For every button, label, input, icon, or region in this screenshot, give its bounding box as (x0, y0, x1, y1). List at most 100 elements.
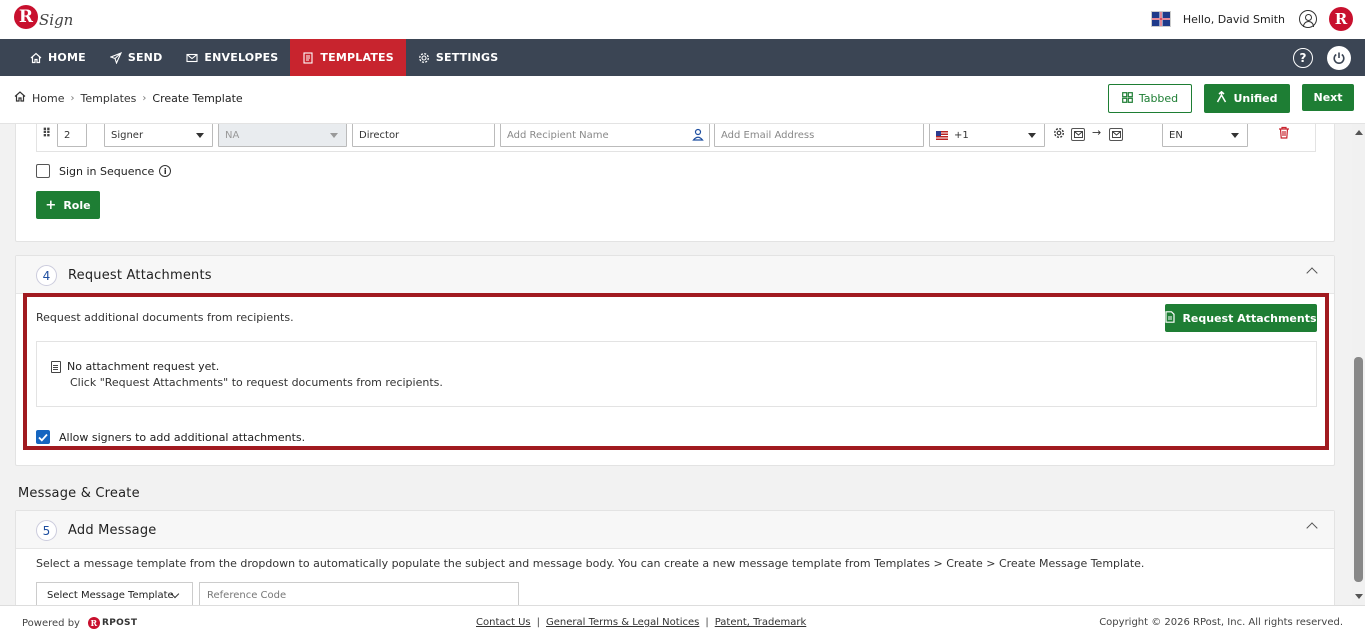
add-message-header[interactable]: 5 Add Message (16, 511, 1334, 549)
email-delivery-icon[interactable] (1071, 128, 1085, 141)
recipient-name-input[interactable]: Add Recipient Name (500, 124, 710, 147)
breadcrumb-home-icon[interactable] (14, 91, 26, 105)
email-notify-icon[interactable] (1109, 128, 1123, 141)
roles-card: ⠿ 2 Signer NA Director Add Recipient Nam… (15, 124, 1335, 242)
breadcrumb-home[interactable]: Home (32, 92, 64, 105)
step-number-badge: 4 (36, 265, 57, 286)
rpost-logo-text: RPOST (101, 618, 138, 628)
tabbed-label: Tabbed (1138, 92, 1179, 105)
brand-avatar[interactable]: R (1329, 7, 1353, 31)
recipient-order-input[interactable]: 2 (57, 124, 87, 147)
page-scrollbar[interactable] (1352, 124, 1365, 605)
next-button[interactable]: Next (1302, 84, 1354, 111)
logout-power-icon[interactable] (1327, 46, 1351, 70)
caret-down-icon (330, 133, 338, 138)
delegate-select: NA (218, 124, 347, 147)
template-icon (302, 51, 314, 64)
empty-state-hint: Click "Request Attachments" to request d… (70, 376, 443, 389)
person-icon[interactable] (692, 128, 704, 144)
nav-settings-label: SETTINGS (435, 51, 499, 64)
grid-icon (1121, 91, 1133, 106)
nav-settings[interactable]: SETTINGS (406, 39, 511, 76)
add-role-label: Role (63, 198, 91, 212)
role-name-input[interactable]: Director (352, 124, 495, 147)
contact-us-link[interactable]: Contact Us (476, 617, 531, 628)
nav-envelopes[interactable]: ENVELOPES (174, 39, 290, 76)
nav-send-label: SEND (127, 51, 163, 64)
allow-additional-attachments[interactable]: Allow signers to add additional attachme… (36, 430, 305, 444)
breadcrumb-separator: › (70, 92, 75, 104)
main-nav: HOME SEND ENVELOPES TEMPLATES SETTINGS ? (0, 39, 1365, 76)
unified-label: Unified (1233, 92, 1278, 105)
attachments-title: Request Attachments (68, 268, 212, 283)
delete-trash-icon[interactable] (1278, 126, 1290, 142)
reference-code-input[interactable]: Reference Code (199, 582, 519, 605)
caret-down-icon (196, 133, 204, 138)
copyright-text: Copyright © 2026 RPost, Inc. All rights … (1099, 617, 1343, 628)
top-header: R Sign Hello, David Smith R (0, 0, 1365, 39)
user-greeting: Hello, David Smith (1182, 12, 1285, 26)
scroll-down-arrow-icon[interactable] (1355, 594, 1363, 599)
us-flag-icon (936, 130, 948, 140)
sign-in-sequence-label: Sign in Sequence (59, 164, 155, 178)
collapse-chevron-up-icon[interactable] (1306, 522, 1318, 534)
caret-down-icon (1028, 133, 1036, 138)
user-profile-icon[interactable] (1299, 10, 1317, 28)
document-icon (1165, 310, 1176, 326)
attachments-header[interactable]: 4 Request Attachments (16, 256, 1334, 294)
rpost-logo-letter: R (87, 617, 100, 629)
nav-home[interactable]: HOME (0, 39, 98, 76)
email-address-input[interactable]: Add Email Address (714, 124, 924, 147)
add-role-button[interactable]: + Role (36, 191, 100, 219)
sign-in-sequence-checkbox[interactable] (36, 164, 50, 178)
empty-state-title: No attachment request yet. (67, 360, 220, 373)
scroll-up-arrow-icon[interactable] (1355, 130, 1363, 135)
logo-letter: R (14, 5, 38, 29)
help-icon[interactable]: ? (1293, 48, 1313, 68)
country-code-value: +1 (954, 129, 969, 141)
allow-attachments-label: Allow signers to add additional attachme… (59, 430, 306, 444)
settings-gear-icon[interactable] (1053, 127, 1065, 142)
breadcrumb-templates[interactable]: Templates (80, 92, 136, 105)
message-create-heading: Message & Create (18, 486, 140, 501)
rsign-logo[interactable]: R Sign (14, 5, 73, 29)
logo-text: Sign (39, 11, 74, 29)
document-icon (51, 360, 61, 373)
info-icon[interactable]: i (159, 165, 172, 177)
recipient-name-placeholder: Add Recipient Name (507, 129, 609, 141)
message-template-value: Select Message Template (47, 589, 174, 601)
collapse-chevron-up-icon[interactable] (1306, 267, 1318, 279)
send-icon (109, 51, 122, 64)
recipient-row: ⠿ 2 Signer NA Director Add Recipient Nam… (36, 124, 1316, 152)
home-icon (30, 52, 42, 64)
language-flag-icon[interactable] (1150, 11, 1171, 27)
attachments-empty-state: No attachment request yet. Click "Reques… (36, 341, 1317, 407)
tabbed-view-button[interactable]: Tabbed (1108, 84, 1192, 113)
nav-templates-label: TEMPLATES (320, 51, 394, 64)
unified-view-button[interactable]: Unified (1204, 84, 1290, 113)
allow-attachments-checkbox[interactable] (36, 430, 50, 444)
nav-templates[interactable]: TEMPLATES (290, 39, 406, 76)
legal-notices-link[interactable]: General Terms & Legal Notices (546, 617, 699, 628)
footer-separator: | (705, 617, 709, 628)
language-select[interactable]: EN (1162, 124, 1248, 147)
powered-by: Powered by R RPOST (22, 617, 137, 629)
add-message-title: Add Message (68, 523, 157, 538)
drag-handle-icon[interactable]: ⠿ (42, 126, 51, 140)
request-attachments-button[interactable]: Request Attachments (1165, 304, 1317, 332)
sign-in-sequence[interactable]: Sign in Sequence i (36, 164, 172, 178)
request-attachments-card: 4 Request Attachments Request additional… (15, 255, 1335, 466)
nav-send[interactable]: SEND (98, 39, 175, 76)
breadcrumb-separator: › (142, 92, 147, 104)
breadcrumb-current: Create Template (152, 91, 243, 105)
step-number-badge: 5 (36, 520, 57, 541)
scrollbar-thumb[interactable] (1354, 357, 1363, 582)
role-type-value: Signer (111, 129, 144, 141)
patent-trademark-link[interactable]: Patent, Trademark (715, 617, 807, 628)
message-template-select[interactable]: Select Message Template (36, 582, 193, 605)
powered-by-label: Powered by (22, 617, 80, 629)
role-type-select[interactable]: Signer (104, 124, 213, 147)
country-code-select[interactable]: +1 (929, 124, 1045, 147)
envelope-icon (186, 52, 198, 64)
template-editor-content: ⠿ 2 Signer NA Director Add Recipient Nam… (0, 124, 1352, 605)
